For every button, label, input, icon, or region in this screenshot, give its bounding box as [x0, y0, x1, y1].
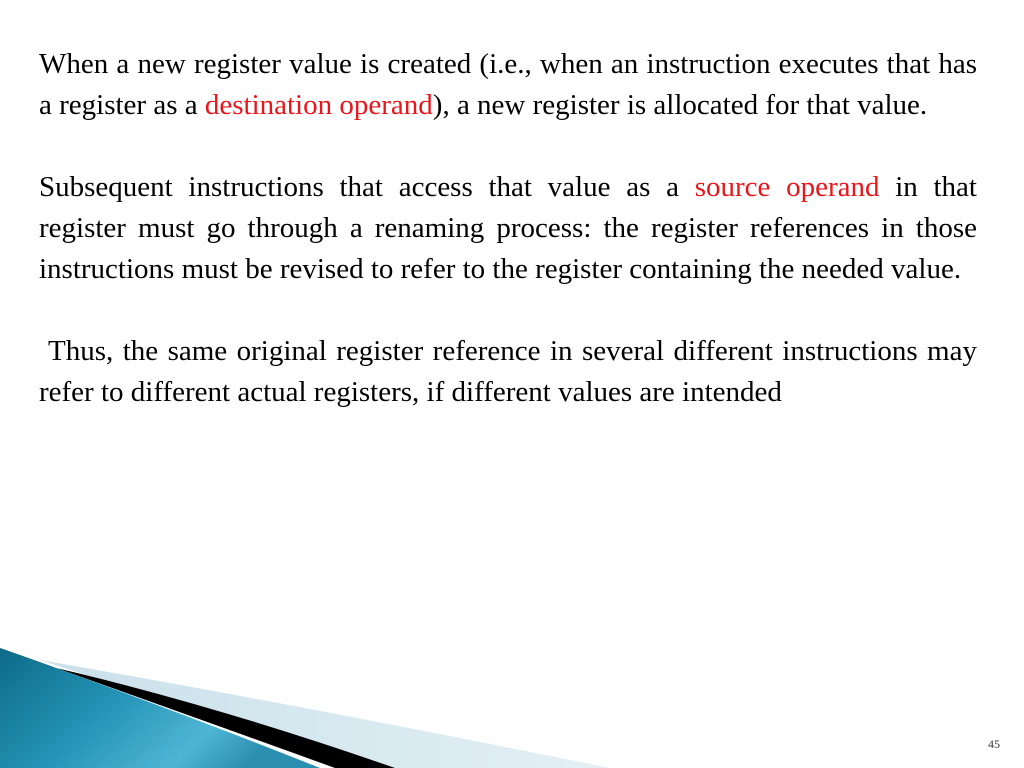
highlight-source-operand: source operand — [694, 171, 880, 203]
paragraph-3-text: Thus, the same original register referen… — [39, 335, 977, 408]
paragraph-2-text-a: Subsequent instructions that access that… — [39, 171, 695, 203]
slide: When a new register value is created (i.… — [0, 0, 1024, 768]
paragraph-1-text-b: ), a new register is allocated for that … — [432, 89, 928, 121]
swoosh-pale-band — [40, 660, 610, 768]
highlight-destination-operand: destination operand — [204, 89, 433, 121]
slide-body: When a new register value is created (i.… — [39, 44, 977, 454]
paragraph-3: Thus, the same original register referen… — [39, 331, 977, 413]
paragraph-2: Subsequent instructions that access that… — [39, 167, 977, 290]
page-number: 45 — [988, 737, 1000, 751]
swoosh-black-band — [0, 648, 395, 768]
paragraph-1: When a new register value is created (i.… — [39, 44, 977, 126]
swoosh-teal-band — [0, 648, 320, 768]
